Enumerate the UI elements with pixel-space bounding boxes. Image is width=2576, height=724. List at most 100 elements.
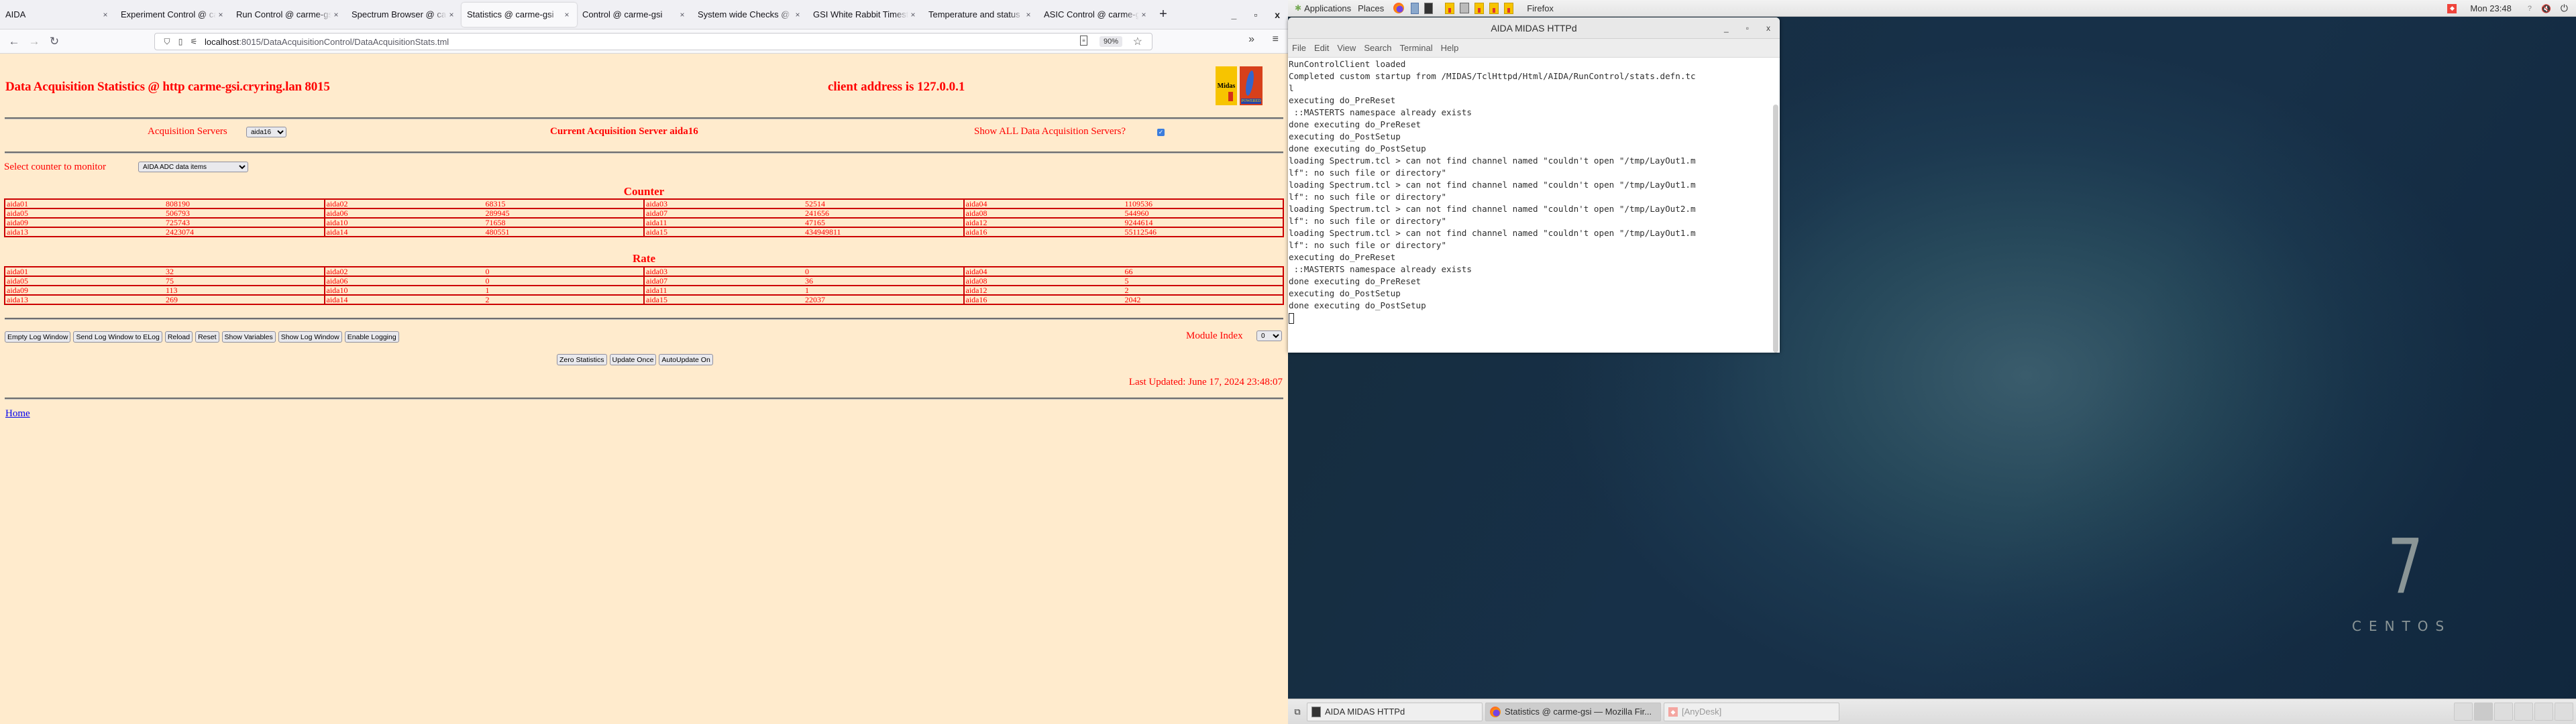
tab-close-icon[interactable]: × [101, 10, 110, 19]
terminal-titlebar[interactable]: AIDA MIDAS HTTPd _ ▫ x [1288, 17, 1780, 39]
zoom-level-badge[interactable]: 90% [1099, 36, 1122, 47]
terminal-line: ::MASTERTS namespace already exists [1289, 264, 1472, 274]
show-log-window-button[interactable]: Show Log Window [278, 331, 342, 343]
value-cell: 9244614 [1124, 217, 1283, 228]
terminal-menu-search[interactable]: Search [1364, 43, 1391, 53]
reload-button[interactable]: ↻ [44, 35, 64, 48]
network-icon[interactable]: ? [2528, 5, 2532, 13]
tab-label: GSI White Rabbit Timestamp [813, 9, 908, 19]
volume-muted-icon[interactable]: 🔇 [2541, 4, 2551, 13]
browser-tab[interactable]: Statistics @ carme-gsi × [462, 2, 577, 27]
browser-tab[interactable]: Experiment Control @ carme-gsi× [115, 3, 231, 27]
tab-close-icon[interactable]: × [1139, 10, 1148, 19]
show-desktop-icon[interactable]: ⧉ [1291, 707, 1304, 717]
tab-close-icon[interactable]: × [908, 10, 918, 19]
forward-button[interactable]: → [24, 35, 44, 48]
power-icon[interactable]: ⏻ [2561, 3, 2568, 14]
terminal-minimize-button[interactable]: _ [1724, 23, 1729, 33]
applications-menu[interactable]: ✱ Applications [1295, 3, 1351, 13]
taskbar-window-button[interactable]: ◆ [AnyDesk] [1664, 702, 1839, 721]
browser-tab[interactable]: ASIC Control @ carme-gsi × [1038, 3, 1154, 27]
workspace-5[interactable] [2534, 703, 2553, 721]
permissions-icon[interactable]: ⚟ [187, 37, 201, 46]
midas-launcher-icon[interactable] [1504, 2, 1514, 14]
workspace-3[interactable] [2494, 703, 2513, 721]
terminal-menu-file[interactable]: File [1292, 43, 1306, 53]
terminal-close-button[interactable]: x [1766, 23, 1770, 33]
module-index-select[interactable]: 0 [1256, 330, 1282, 341]
reload-button[interactable]: Reload [164, 331, 193, 343]
counter-select[interactable]: AIDA ADC data items [138, 162, 248, 172]
browser-tab[interactable]: Run Control @ carme-gsi × [231, 3, 346, 27]
maximize-button[interactable]: ▫ [1254, 9, 1257, 20]
terminal-maximize-button[interactable]: ▫ [1746, 23, 1749, 33]
tab-close-icon[interactable]: × [216, 10, 225, 19]
tab-close-icon[interactable]: × [562, 10, 572, 19]
file-manager-launcher-icon[interactable] [1411, 2, 1419, 14]
back-button[interactable]: ← [4, 35, 24, 48]
counter-table: aida01 808190 aida02 68315 aida03 52514 aida04… [4, 198, 1284, 237]
workspace-6[interactable] [2555, 703, 2573, 721]
browser-tab[interactable]: GSI White Rabbit Timestamp× [808, 3, 923, 27]
send-log-window-to-elog-button[interactable]: Send Log Window to ELog [73, 331, 162, 343]
workspace-4[interactable] [2514, 703, 2533, 721]
terminal-window[interactable]: AIDA MIDAS HTTPd _ ▫ x File Edit View Searc… [1288, 17, 1780, 353]
anydesk-tray-icon[interactable]: ◆ [2447, 3, 2457, 13]
workspace-1[interactable] [2454, 703, 2473, 721]
terminal-output[interactable]: RunControlClient loaded Completed custom … [1288, 58, 1770, 353]
places-menu[interactable]: Places [1358, 3, 1384, 13]
show-variables-button[interactable]: Show Variables [221, 331, 276, 343]
taskbar-window-button[interactable]: AIDA MIDAS HTTPd [1307, 702, 1483, 721]
value-cell: 5 [1124, 276, 1283, 286]
reader-view-icon[interactable]: ≡ [1080, 36, 1087, 46]
update-once-button[interactable]: Update Once [609, 354, 657, 365]
midas-launcher-icon[interactable] [1445, 2, 1455, 14]
enable-logging-button[interactable]: Enable Logging [344, 331, 399, 343]
shield-icon[interactable]: ⛉ [160, 37, 174, 47]
value-cell: 0 [485, 276, 644, 286]
browser-tab[interactable]: AIDA × [0, 3, 115, 27]
close-window-button[interactable]: x [1275, 9, 1280, 20]
autoupdate-on-button[interactable]: AutoUpdate On [659, 354, 713, 365]
terminal-menu-view[interactable]: View [1337, 43, 1356, 53]
midas-launcher-icon[interactable] [1474, 2, 1485, 14]
value-cell: 68315 [485, 198, 644, 209]
browser-tab[interactable]: Temperature and status × [923, 3, 1038, 27]
tab-close-icon[interactable]: × [678, 10, 687, 19]
tab-close-icon[interactable]: × [447, 10, 456, 19]
tab-close-icon[interactable]: × [331, 10, 341, 19]
clock[interactable]: Mon 23:48 [2470, 3, 2511, 13]
hamburger-menu-icon[interactable]: ≡ [1273, 34, 1279, 46]
browser-tab[interactable]: Spectrum Browser @ carme-gsi× [346, 3, 462, 27]
new-tab-button[interactable]: + [1154, 7, 1173, 22]
terminal-prompt[interactable] [1289, 312, 1770, 324]
browser-tab[interactable]: System wide Checks @ carme-gsi× [692, 3, 808, 27]
terminal-launcher-icon[interactable] [1424, 2, 1434, 14]
active-app-label[interactable]: Firefox [1527, 3, 1554, 13]
home-link[interactable]: Home [5, 408, 30, 420]
taskbar-window-button[interactable]: Statistics @ carme-gsi — Mozilla Fir... [1485, 702, 1661, 721]
terminal-menu-edit[interactable]: Edit [1314, 43, 1329, 53]
show-all-checkbox[interactable]: ✓ [1157, 129, 1165, 136]
zero-statistics-button[interactable]: Zero Statistics [557, 354, 607, 365]
reset-button[interactable]: Reset [195, 331, 219, 343]
firefox-icon [1490, 706, 1501, 717]
midas-launcher-icon[interactable] [1489, 2, 1499, 14]
terminal-scrollbar[interactable] [1773, 105, 1778, 353]
tab-close-icon[interactable]: × [1024, 10, 1033, 19]
tab-close-icon[interactable]: × [793, 10, 802, 19]
bookmark-star-icon[interactable]: ☆ [1133, 35, 1142, 48]
value-cell: 22037 [805, 294, 964, 305]
value-cell: 808190 [166, 198, 325, 209]
screenshot-launcher-icon[interactable] [1460, 3, 1470, 13]
acquisition-server-select[interactable]: aida16 [246, 127, 286, 137]
terminal-menu-help[interactable]: Help [1441, 43, 1459, 53]
url-bar[interactable]: ⛉ ▯ ⚟ localhost:8015/DataAcquisitionCont… [154, 33, 1152, 50]
overflow-menu-icon[interactable]: » [1248, 34, 1254, 46]
workspace-2[interactable] [2474, 703, 2493, 721]
browser-tab[interactable]: Control @ carme-gsi × [577, 3, 692, 27]
terminal-menu-terminal[interactable]: Terminal [1400, 43, 1433, 53]
minimize-button[interactable]: _ [1231, 9, 1236, 20]
empty-log-window-button[interactable]: Empty Log Window [5, 331, 71, 343]
firefox-launcher-icon[interactable] [1393, 3, 1405, 13]
